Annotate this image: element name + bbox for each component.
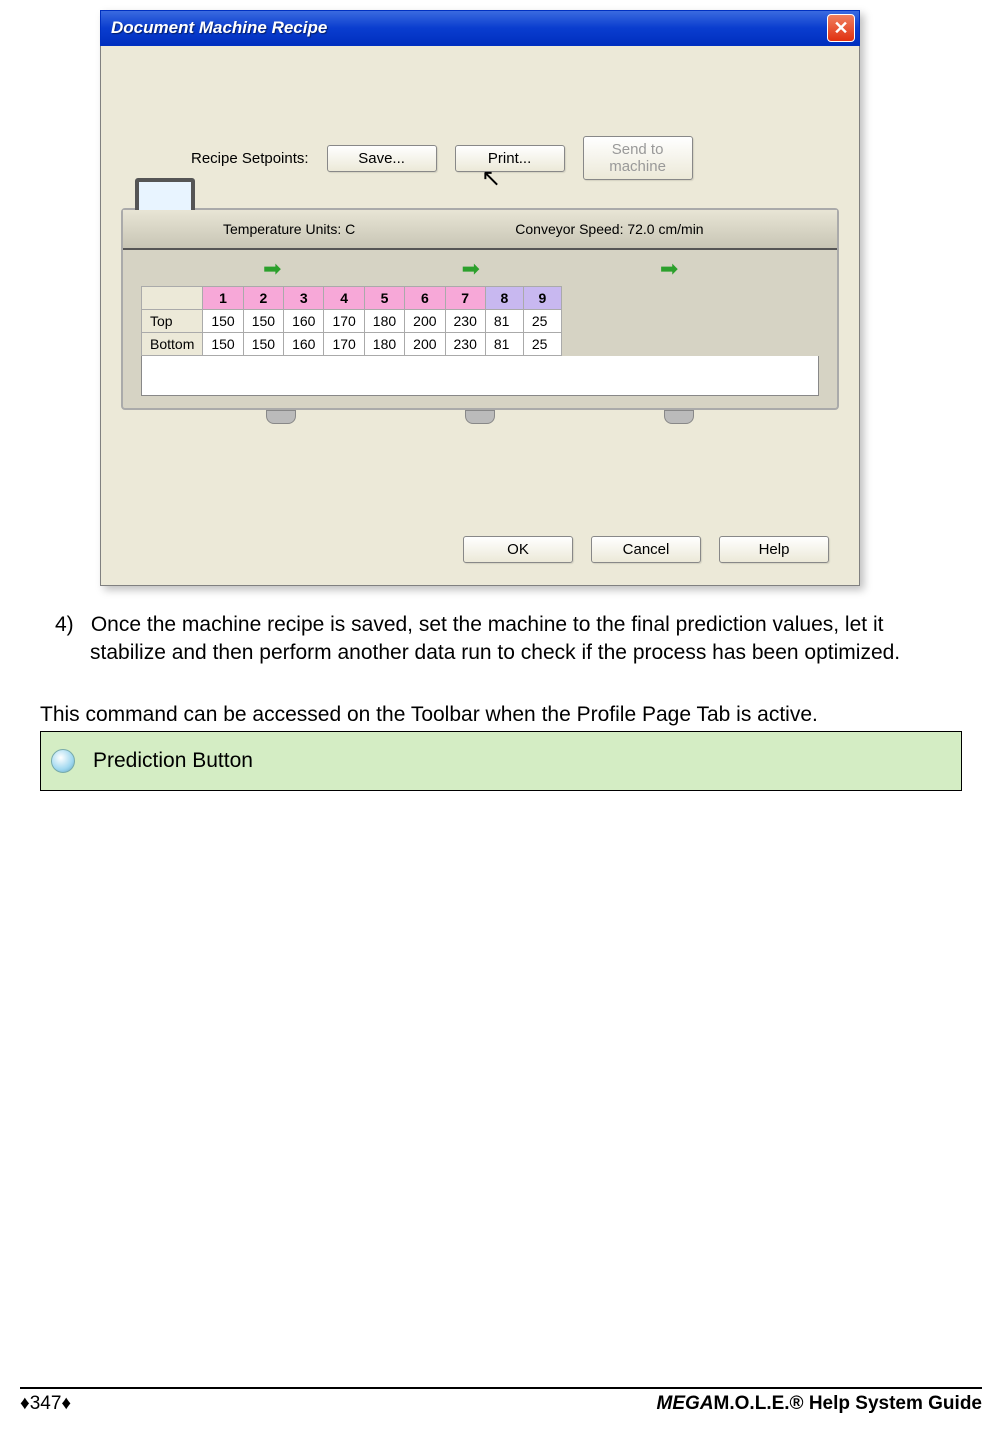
dialog-window: Document Machine Recipe ✕ Recipe Setpoin…: [100, 10, 860, 586]
prediction-button-box: Prediction Button: [40, 731, 962, 791]
row-label: Top: [142, 310, 203, 333]
cell: 170: [324, 310, 364, 333]
send-to-machine-button[interactable]: Send to machine: [583, 136, 693, 180]
arrow-icon: ➡: [461, 256, 479, 282]
zone-header: 8: [485, 287, 523, 310]
step-text: Once the machine recipe is saved, set th…: [90, 613, 900, 664]
conveyor-speed-label: Conveyor Speed: 72.0 cm/min: [515, 221, 703, 237]
cell: 25: [523, 333, 561, 356]
page-number: ♦347♦: [20, 1393, 71, 1415]
close-button[interactable]: ✕: [827, 14, 855, 42]
step-paragraph: 4) Once the machine recipe is saved, set…: [90, 611, 952, 668]
print-button[interactable]: Print...: [455, 145, 565, 172]
cell: 180: [364, 310, 404, 333]
temperature-units-label: Temperature Units: C: [223, 221, 355, 237]
cell: 81: [485, 333, 523, 356]
zone-header: 6: [405, 287, 445, 310]
dialog-titlebar: Document Machine Recipe ✕: [100, 10, 860, 46]
prediction-icon: [51, 749, 75, 773]
row-label: Bottom: [142, 333, 203, 356]
cell: 81: [485, 310, 523, 333]
cell: 150: [203, 333, 243, 356]
zone-header: 7: [445, 287, 485, 310]
cell: 200: [405, 310, 445, 333]
cell: 150: [243, 310, 283, 333]
guide-title: MEGAM.O.L.E.® Help System Guide: [657, 1393, 982, 1415]
cell: 150: [203, 310, 243, 333]
machine-foot-icon: [266, 410, 296, 424]
cell: 160: [284, 333, 324, 356]
guide-prefix: MEGA: [657, 1393, 714, 1414]
zone-header: 4: [324, 287, 364, 310]
arrow-icon: ➡: [660, 256, 678, 282]
cell: 160: [284, 310, 324, 333]
zone-header: 9: [523, 287, 561, 310]
page-footer: ♦347♦ MEGAM.O.L.E.® Help System Guide: [0, 1387, 1002, 1415]
arrow-icon: ➡: [263, 256, 281, 282]
cancel-button[interactable]: Cancel: [591, 536, 701, 563]
dialog-title: Document Machine Recipe: [111, 18, 827, 38]
machine-panel: Temperature Units: C Conveyor Speed: 72.…: [121, 208, 839, 410]
table-row: Top 150 150 160 170 180 200 230 81 25: [142, 310, 562, 333]
zone-header: 1: [203, 287, 243, 310]
table-header-row: 1 2 3 4 5 6 7 8 9: [142, 287, 562, 310]
cell: 170: [324, 333, 364, 356]
dialog-body: Recipe Setpoints: Save... Print... Send …: [100, 46, 860, 586]
cell: 25: [523, 310, 561, 333]
cell: 230: [445, 310, 485, 333]
machine-foot-icon: [465, 410, 495, 424]
table-row: Bottom 150 150 160 170 180 200 230 81 25: [142, 333, 562, 356]
access-text: This command can be accessed on the Tool…: [40, 703, 962, 727]
machine-foot-icon: [664, 410, 694, 424]
cell: 200: [405, 333, 445, 356]
zone-header: 2: [243, 287, 283, 310]
zone-header: 5: [364, 287, 404, 310]
zone-table: 1 2 3 4 5 6 7 8 9 Top 150 150 160: [141, 286, 562, 356]
cell: 150: [243, 333, 283, 356]
cell: 180: [364, 333, 404, 356]
zone-header: 3: [284, 287, 324, 310]
prediction-label: Prediction Button: [93, 749, 253, 773]
step-number: 4): [55, 611, 85, 639]
setpoints-label: Recipe Setpoints:: [191, 150, 309, 167]
ok-button[interactable]: OK: [463, 536, 573, 563]
guide-rest: M.O.L.E.® Help System Guide: [714, 1393, 982, 1414]
cell: 230: [445, 333, 485, 356]
close-icon: ✕: [833, 18, 848, 39]
save-button[interactable]: Save...: [327, 145, 437, 172]
help-button[interactable]: Help: [719, 536, 829, 563]
